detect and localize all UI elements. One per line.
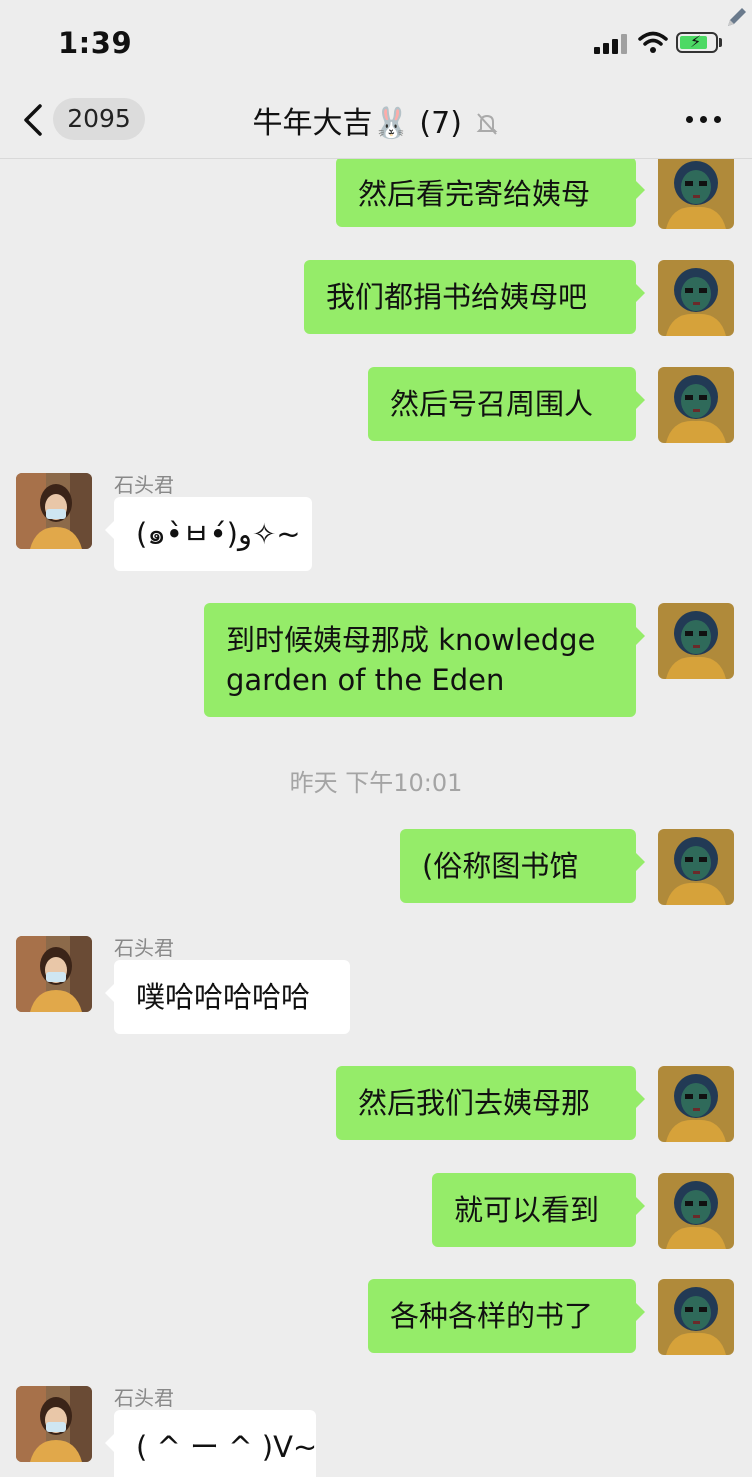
self-avatar[interactable]	[658, 829, 734, 905]
message-bubble[interactable]: 各种各样的书了	[368, 1279, 645, 1353]
self-avatar[interactable]	[658, 1066, 734, 1142]
signal-icon	[594, 34, 628, 54]
message-bubble[interactable]: 然后号召周围人	[368, 367, 645, 441]
message-bubble[interactable]: 然后看完寄给姨母	[336, 159, 645, 227]
battery-tip	[719, 38, 722, 47]
chat-header: 2095 牛年大吉🐰 (7)	[0, 80, 752, 159]
battery-icon: ⚡	[676, 32, 718, 53]
self-avatar[interactable]	[658, 159, 734, 229]
status-time: 1:39	[58, 26, 133, 60]
sender-name: 石头君	[114, 473, 174, 497]
more-options-icon[interactable]	[686, 116, 722, 124]
self-avatar[interactable]	[658, 1279, 734, 1355]
message-bubble[interactable]: 到时候姨母那成 knowledge garden of the Eden	[204, 603, 645, 717]
wifi-icon	[638, 31, 668, 53]
message-bubble[interactable]: 我们都捐书给姨母吧	[304, 260, 645, 334]
sender-name: 石头君	[114, 1386, 174, 1410]
self-avatar[interactable]	[658, 260, 734, 336]
chat-title: 牛年大吉🐰 (7)	[252, 106, 462, 141]
self-avatar[interactable]	[658, 367, 734, 443]
mute-bell-icon	[477, 113, 498, 135]
self-avatar[interactable]	[658, 603, 734, 679]
message-list[interactable]: 然后看完寄给姨母 我们都捐书给姨母吧 然后号召周围人 石头君 (๑•̀ㅂ•́)و…	[0, 159, 752, 1477]
contact-avatar[interactable]	[16, 1386, 92, 1462]
message-bubble[interactable]: 就可以看到	[432, 1173, 645, 1247]
self-avatar[interactable]	[658, 1173, 734, 1249]
contact-avatar[interactable]	[16, 473, 92, 549]
message-bubble[interactable]: (๑•̀ㅂ•́)و✧~	[105, 497, 312, 571]
timestamp-divider: 昨天 下午10:01	[289, 769, 463, 797]
contact-avatar[interactable]	[16, 936, 92, 1012]
pencil-icon[interactable]	[724, 4, 750, 30]
message-bubble[interactable]: ( ^ ー ^ )V~	[105, 1410, 317, 1477]
status-bar: 1:39 ⚡	[0, 0, 752, 80]
message-bubble[interactable]: (俗称图书馆	[400, 829, 645, 903]
message-bubble[interactable]: 噗哈哈哈哈哈	[105, 960, 350, 1034]
message-bubble[interactable]: 然后我们去姨母那	[336, 1066, 645, 1140]
sender-name: 石头君	[114, 936, 174, 960]
